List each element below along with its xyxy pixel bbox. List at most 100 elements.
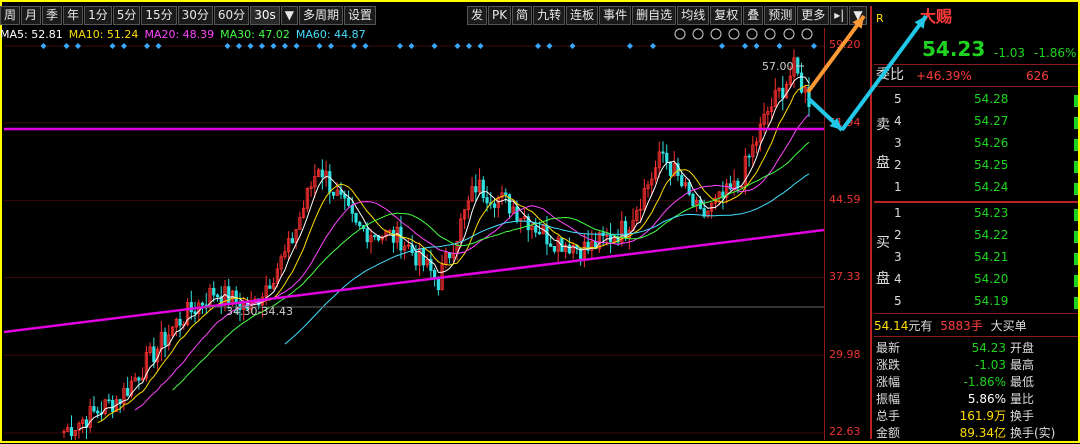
candle-body bbox=[189, 302, 193, 313]
stat-label: 涨跌 bbox=[876, 358, 901, 372]
buy-volume-bar bbox=[1074, 231, 1078, 243]
candle-body bbox=[200, 302, 205, 306]
candle-body bbox=[215, 294, 220, 298]
big-buy-text: 大买单 bbox=[990, 319, 1027, 333]
period-tab-1[interactable]: 月 bbox=[21, 6, 42, 25]
period-tab-7[interactable]: 30分 bbox=[177, 6, 213, 25]
support-line bbox=[3, 228, 825, 334]
sell-price-4[interactable]: 54.27 bbox=[974, 114, 1008, 128]
event-marker bbox=[75, 43, 81, 49]
period-dropdown-icon[interactable]: ▼ bbox=[280, 6, 298, 25]
event-marker bbox=[431, 43, 438, 49]
candle-body bbox=[399, 226, 403, 251]
period-tab-9[interactable]: 30s bbox=[250, 6, 280, 25]
candle-body bbox=[69, 427, 74, 437]
more-dropdown-icon[interactable]: ▼ bbox=[849, 6, 867, 25]
buy-price-1[interactable]: 54.23 bbox=[974, 206, 1008, 220]
separator bbox=[874, 86, 1078, 87]
event-marker bbox=[569, 43, 576, 49]
event-marker bbox=[776, 43, 783, 49]
period-tab-6[interactable]: 15分 bbox=[141, 6, 177, 25]
period-toolbar: 周月季年 1分 5分 15分 30分 60分 30s ▼ 多周期 设置发 PK 简九转 连板 事件 删自选均… bbox=[0, 6, 870, 25]
event-marker bbox=[535, 43, 541, 49]
candle-body bbox=[796, 57, 800, 74]
candle-body bbox=[549, 243, 553, 247]
event-marker bbox=[328, 43, 334, 49]
sell-volume-bar bbox=[1074, 139, 1078, 151]
event-marker bbox=[811, 43, 817, 49]
tool-item-2[interactable]: 简 bbox=[512, 6, 533, 25]
buy-level-3: 3 bbox=[894, 250, 902, 264]
tool-item-4[interactable]: 连板 bbox=[566, 6, 599, 25]
separator bbox=[874, 64, 1078, 65]
candle-body bbox=[807, 86, 811, 108]
kline-chart-svg[interactable]: 34.30-34.43 57.00 bbox=[3, 28, 825, 443]
buy-level-4: 4 bbox=[894, 272, 902, 286]
candle-body bbox=[152, 346, 156, 363]
candle-body bbox=[665, 152, 669, 163]
chart-tool-icon bbox=[710, 28, 722, 40]
weicha-value: 626 bbox=[1026, 69, 1049, 83]
candle-body bbox=[354, 212, 358, 223]
sell-volume-bar bbox=[1074, 183, 1078, 195]
sell-price-3[interactable]: 54.26 bbox=[974, 136, 1008, 150]
tool-item-11[interactable]: 更多 bbox=[797, 6, 830, 25]
buy-price-3[interactable]: 54.21 bbox=[974, 250, 1008, 264]
big-buy-price: 54.14 bbox=[874, 319, 909, 333]
buy-price-2[interactable]: 54.22 bbox=[974, 228, 1008, 242]
price-change: -1.03 bbox=[994, 46, 1026, 60]
tool-item-0[interactable]: 发 bbox=[466, 6, 487, 25]
period-tab-5[interactable]: 5分 bbox=[112, 6, 141, 25]
event-marker bbox=[742, 43, 748, 49]
buy-price-5[interactable]: 54.19 bbox=[974, 294, 1008, 308]
stat-label-right: 换手 bbox=[1010, 409, 1035, 423]
candle-body bbox=[661, 151, 665, 154]
candle-body bbox=[545, 225, 549, 245]
tool-item-3[interactable]: 九转 bbox=[533, 6, 566, 25]
candle-body bbox=[433, 270, 437, 278]
candle-body bbox=[485, 197, 489, 204]
r-mark: R bbox=[876, 12, 884, 25]
range-label: 34.30-34.43 bbox=[226, 305, 293, 318]
period-tab-2[interactable]: 季 bbox=[42, 6, 63, 25]
candle-body bbox=[680, 175, 684, 187]
stat-label: 总手 bbox=[876, 409, 901, 423]
event-marker bbox=[282, 43, 288, 49]
stat-label: 金额 bbox=[876, 426, 901, 440]
price-tick-label: 59.20 bbox=[829, 38, 861, 51]
tool-item-7[interactable]: 均线 bbox=[677, 6, 710, 25]
tool-item-9[interactable]: 叠 bbox=[743, 6, 764, 25]
stock-name[interactable]: 大赐 bbox=[920, 8, 952, 26]
tool-item-5[interactable]: 事件 bbox=[599, 6, 632, 25]
buy-price-4[interactable]: 54.20 bbox=[974, 272, 1008, 286]
expand-icon[interactable]: ▸| bbox=[830, 6, 849, 25]
buy-volume-bar bbox=[1074, 297, 1078, 309]
kline-chart[interactable]: 34.30-34.43 57.00 bbox=[3, 28, 825, 443]
stat-label: 涨幅 bbox=[876, 375, 901, 389]
period-tab-3[interactable]: 年 bbox=[63, 6, 84, 25]
stat-label-right: 最高 bbox=[1010, 358, 1035, 372]
stat-value: 5.86% bbox=[967, 392, 1006, 406]
panel-divider bbox=[870, 6, 872, 439]
sell-price-1[interactable]: 54.24 bbox=[974, 180, 1008, 194]
sell-price-5[interactable]: 54.28 bbox=[974, 92, 1008, 106]
candle-body bbox=[328, 171, 332, 193]
sell-price-2[interactable]: 54.25 bbox=[974, 158, 1008, 172]
stat-label-right: 换手(实) bbox=[1010, 426, 1056, 440]
tool-item-6[interactable]: 删自选 bbox=[632, 6, 677, 25]
period-tab-10[interactable]: 多周期 bbox=[298, 6, 343, 25]
candle-body bbox=[358, 221, 362, 227]
period-tab-0[interactable]: 周 bbox=[0, 6, 21, 25]
candle-body bbox=[234, 290, 238, 303]
tool-item-8[interactable]: 复权 bbox=[710, 6, 743, 25]
event-marker bbox=[546, 43, 553, 49]
tool-item-1[interactable]: PK bbox=[488, 6, 512, 25]
tool-item-10[interactable]: 预测 bbox=[764, 6, 797, 25]
period-tab-4[interactable]: 1分 bbox=[84, 6, 112, 25]
price-change-pct: -1.86% bbox=[1034, 46, 1077, 60]
buy-level-1: 1 bbox=[894, 206, 902, 220]
period-tab-11[interactable]: 设置 bbox=[343, 6, 376, 25]
period-tab-8[interactable]: 60分 bbox=[213, 6, 250, 25]
sell-level-3: 3 bbox=[894, 136, 902, 150]
candle-body bbox=[537, 231, 542, 235]
